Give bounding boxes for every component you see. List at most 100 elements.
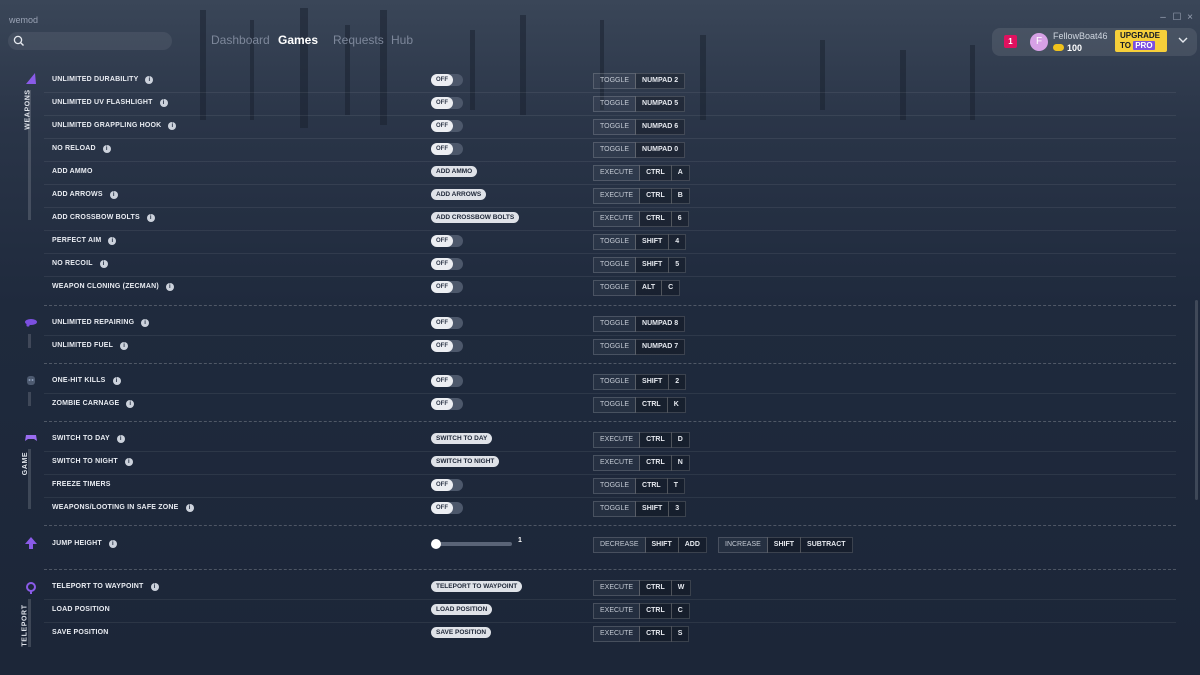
hotkey-action[interactable]: TOGGLE [593,96,637,112]
hotkey-key[interactable]: T [666,478,685,494]
maximize-button[interactable]: ☐ [1170,12,1184,23]
hotkey-key[interactable]: NUMPAD 6 [635,119,686,135]
search-input[interactable] [8,32,172,50]
hotkey-key[interactable]: NUMPAD 8 [635,316,686,332]
hotkey-action[interactable]: TOGGLE [593,234,637,250]
hotkey-action[interactable]: TOGGLE [593,257,637,273]
hotkey-key[interactable]: CTRL [639,211,672,227]
hotkey-key[interactable]: SHIFT [635,374,670,390]
hotkey-key[interactable]: 2 [668,374,687,390]
hotkey-key[interactable]: N [670,455,690,471]
hotkey-key[interactable]: SHIFT [644,537,679,553]
hotkey-action[interactable]: TOGGLE [593,501,637,517]
hotkey-action[interactable]: EXECUTE [593,211,641,227]
hotkey-action[interactable]: TOGGLE [593,280,637,296]
hotkey-key[interactable]: CTRL [635,397,668,413]
hotkey-action[interactable]: TOGGLE [593,339,637,355]
hotkey-action[interactable]: EXECUTE [593,603,641,619]
cheat-toggle[interactable]: OFF [431,97,463,109]
info-icon[interactable]: i [159,99,168,107]
hotkey-key[interactable]: B [670,188,690,204]
cheat-toggle[interactable]: OFF [431,235,463,247]
hotkey-key[interactable]: A [670,165,690,181]
cheat-action-button[interactable]: ADD CROSSBOW BOLTS [431,212,520,223]
hotkey-action[interactable]: EXECUTE [593,455,641,471]
hotkey-key[interactable]: CTRL [639,432,672,448]
info-icon[interactable]: i [109,191,118,199]
cheat-action-button[interactable]: SWITCH TO DAY [431,433,493,444]
hotkey-key[interactable]: NUMPAD 0 [635,142,686,158]
hotkey-key[interactable]: 3 [668,501,687,517]
hotkey-key[interactable]: C [670,603,690,619]
info-icon[interactable]: i [168,122,177,130]
upgrade-pro-button[interactable]: UPGRADE TO PRO [1115,30,1167,52]
info-icon[interactable]: i [112,377,121,385]
cheat-toggle[interactable]: OFF [431,398,463,410]
hotkey-action[interactable]: TOGGLE [593,73,637,89]
info-icon[interactable]: i [150,583,159,591]
minimize-button[interactable]: – [1156,12,1170,23]
cheat-toggle[interactable]: OFF [431,74,463,86]
hotkey-key[interactable]: C [661,280,681,296]
info-icon[interactable]: i [99,260,108,268]
chevron-down-icon[interactable] [1178,36,1188,44]
hotkey-key[interactable]: CTRL [635,478,668,494]
hotkey-key[interactable]: SUBTRACT [800,537,853,553]
nav-dashboard[interactable]: Dashboard [211,33,270,47]
cheat-toggle[interactable]: OFF [431,502,463,514]
hotkey-action[interactable]: EXECUTE [593,188,641,204]
hotkey-action[interactable]: DECREASE [593,537,646,553]
hotkey-action[interactable]: TOGGLE [593,316,637,332]
hotkey-key[interactable]: CTRL [639,188,672,204]
hotkey-action[interactable]: TOGGLE [593,142,637,158]
hotkey-key[interactable]: CTRL [639,455,672,471]
nav-hub[interactable]: Hub [391,33,413,47]
hotkey-key[interactable]: W [670,580,692,596]
hotkey-key[interactable]: S [670,626,690,642]
info-icon[interactable]: i [145,76,154,84]
hotkey-action[interactable]: EXECUTE [593,626,641,642]
hotkey-action[interactable]: TOGGLE [593,119,637,135]
close-button[interactable]: × [1183,12,1197,23]
cheat-action-button[interactable]: SWITCH TO NIGHT [431,456,500,467]
cheat-toggle[interactable]: OFF [431,281,463,293]
nav-requests[interactable]: Requests [333,33,384,47]
info-icon[interactable]: i [124,458,133,466]
hotkey-key[interactable]: 5 [668,257,687,273]
info-icon[interactable]: i [146,214,155,222]
hotkey-action[interactable]: EXECUTE [593,580,641,596]
hotkey-action[interactable]: EXECUTE [593,165,641,181]
cheat-toggle[interactable]: OFF [431,258,463,270]
cheat-action-button[interactable]: ADD ARROWS [431,189,487,200]
info-icon[interactable]: i [102,145,111,153]
hotkey-key[interactable]: CTRL [639,626,672,642]
hotkey-key[interactable]: SHIFT [635,234,670,250]
info-icon[interactable]: i [185,504,194,512]
info-icon[interactable]: i [116,435,125,443]
hotkey-key[interactable]: D [670,432,690,448]
cheat-action-button[interactable]: ADD AMMO [431,166,478,177]
hotkey-key[interactable]: SHIFT [635,257,670,273]
cheat-toggle[interactable]: OFF [431,375,463,387]
hotkey-action[interactable]: TOGGLE [593,397,637,413]
hotkey-key[interactable]: ALT [635,280,663,296]
cheat-toggle[interactable]: OFF [431,120,463,132]
hotkey-key[interactable]: NUMPAD 7 [635,339,686,355]
cheat-action-button[interactable]: LOAD POSITION [431,604,493,615]
cheat-toggle[interactable]: OFF [431,340,463,352]
info-icon[interactable]: i [108,237,117,245]
cheat-action-button[interactable]: TELEPORT TO WAYPOINT [431,581,523,592]
info-icon[interactable]: i [126,400,135,408]
hotkey-action[interactable]: TOGGLE [593,374,637,390]
cheat-action-button[interactable]: SAVE POSITION [431,627,492,638]
hotkey-key[interactable]: CTRL [639,580,672,596]
hotkey-key[interactable]: CTRL [639,165,672,181]
info-icon[interactable]: i [165,283,174,291]
hotkey-action[interactable]: TOGGLE [593,478,637,494]
hotkey-key[interactable]: SHIFT [766,537,802,553]
info-icon[interactable]: i [108,540,117,548]
slider-handle[interactable] [431,539,441,549]
cheat-toggle[interactable]: OFF [431,479,463,491]
avatar[interactable]: F [1030,33,1048,51]
hotkey-action[interactable]: EXECUTE [593,432,641,448]
